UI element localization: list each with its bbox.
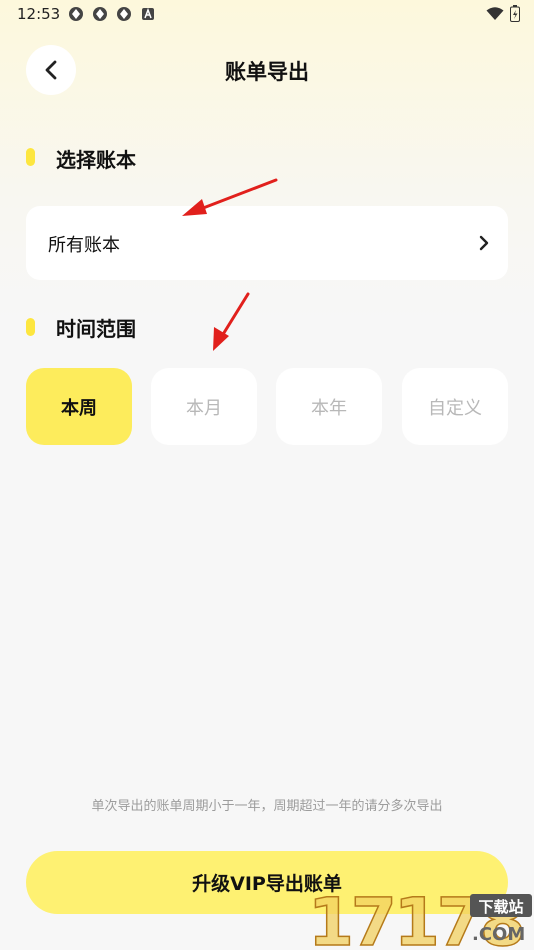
annotation-arrow-icon (182, 178, 278, 351)
export-limit-note: 单次导出的账单周期小于一年，周期超过一年的请分多次导出 (91, 799, 443, 814)
svg-text:.COM: .COM (472, 924, 525, 945)
svg-text:下载站: 下载站 (478, 898, 523, 916)
site-watermark-logo: 17178 下载站 .COM (308, 885, 532, 950)
